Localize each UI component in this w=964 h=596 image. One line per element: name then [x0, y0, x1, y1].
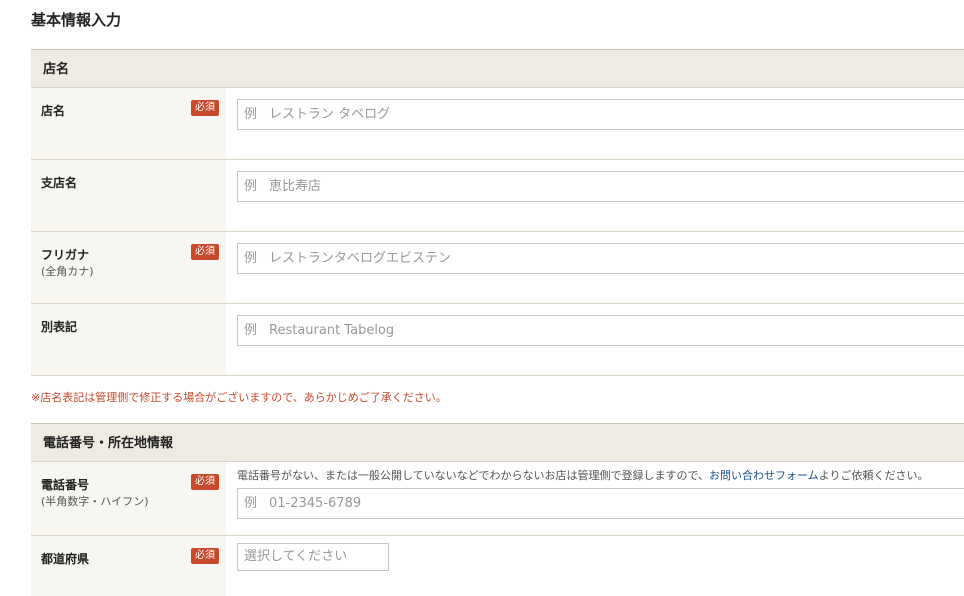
placeholder-prefix: 例 [244, 496, 258, 511]
placeholder-prefix: 例 [244, 179, 258, 194]
form-row-store-name: 店名 必須 例レストラン タベログ [31, 88, 964, 160]
placeholder-prefix: 例 [244, 107, 258, 122]
field-sublabel-phone: (半角数字・ハイフン) [41, 495, 149, 508]
form-row-alias: 別表記 例 Restaurant Tabelog [31, 304, 964, 376]
required-badge: 必須 [191, 474, 219, 490]
phone-input[interactable]: 例 01-2345-6789 [237, 488, 964, 519]
phone-help-text-after: よりご依頼ください。 [818, 469, 929, 482]
branch-name-input[interactable]: 例恵比寿店 [237, 171, 964, 202]
required-badge: 必須 [191, 100, 219, 116]
furigana-input[interactable]: 例レストランタベログエビステン [237, 243, 964, 274]
store-name-input[interactable]: 例レストラン タベログ [237, 99, 964, 130]
page-title: 基本情報入力 [31, 11, 122, 29]
field-label-branch-name: 支店名 [41, 176, 78, 190]
form-row-phone: 電話番号 (半角数字・ハイフン) 必須 電話番号がない、または一般公開していない… [31, 462, 964, 536]
contact-section: 電話番号・所在地情報 電話番号 (半角数字・ハイフン) 必須 電話番号がない、ま… [31, 423, 964, 596]
section-header-contact: 電話番号・所在地情報 [31, 423, 964, 462]
section-header-store: 店名 [31, 49, 964, 88]
placeholder-prefix: 例 [244, 251, 258, 266]
placeholder-text: 01-2345-6789 [269, 496, 362, 511]
contact-form-link[interactable]: お問い合わせフォーム [709, 469, 819, 482]
phone-help-text-before: 電話番号がない、または一般公開していないなどでわからないお店は管理側で登録します… [237, 469, 710, 482]
row-label-cell: 電話番号 (半角数字・ハイフン) 必須 [31, 462, 226, 535]
placeholder-text: 恵比寿店 [269, 179, 322, 194]
row-label-cell: 支店名 [31, 160, 226, 231]
field-label-phone: 電話番号 [41, 478, 90, 492]
placeholder-text: Restaurant Tabelog [269, 323, 395, 338]
form-row-prefecture: 都道府県 必須 選択してください [31, 536, 964, 596]
row-label-cell: 店名 必須 [31, 88, 226, 159]
store-name-section: 店名 店名 必須 例レストラン タベログ 支店名 例恵比寿店 フリガナ (全角カ… [31, 49, 964, 376]
required-badge: 必須 [191, 244, 219, 260]
field-label-store-name: 店名 [41, 104, 66, 118]
form-row-furigana: フリガナ (全角カナ) 必須 例レストランタベログエビステン [31, 232, 964, 304]
store-name-note: ※店名表記は管理側で修正する場合がございますので、あらかじめご了承ください。 [31, 391, 447, 404]
row-label-cell: 都道府県 必須 [31, 536, 226, 596]
placeholder-prefix: 例 [244, 323, 258, 338]
alias-input[interactable]: 例 Restaurant Tabelog [237, 315, 964, 346]
field-label-alias: 別表記 [41, 320, 78, 334]
phone-help-text: 電話番号がない、または一般公開していないなどでわからないお店は管理側で登録します… [237, 467, 928, 483]
field-label-prefecture: 都道府県 [41, 552, 90, 566]
field-label-furigana: フリガナ [41, 248, 90, 262]
placeholder-text: レストラン タベログ [269, 107, 391, 122]
placeholder-text: レストランタベログエビステン [269, 251, 452, 266]
form-row-branch-name: 支店名 例恵比寿店 [31, 160, 964, 232]
required-badge: 必須 [191, 548, 219, 564]
row-label-cell: フリガナ (全角カナ) 必須 [31, 232, 226, 303]
row-label-cell: 別表記 [31, 304, 226, 375]
field-sublabel-furigana: (全角カナ) [41, 265, 94, 278]
